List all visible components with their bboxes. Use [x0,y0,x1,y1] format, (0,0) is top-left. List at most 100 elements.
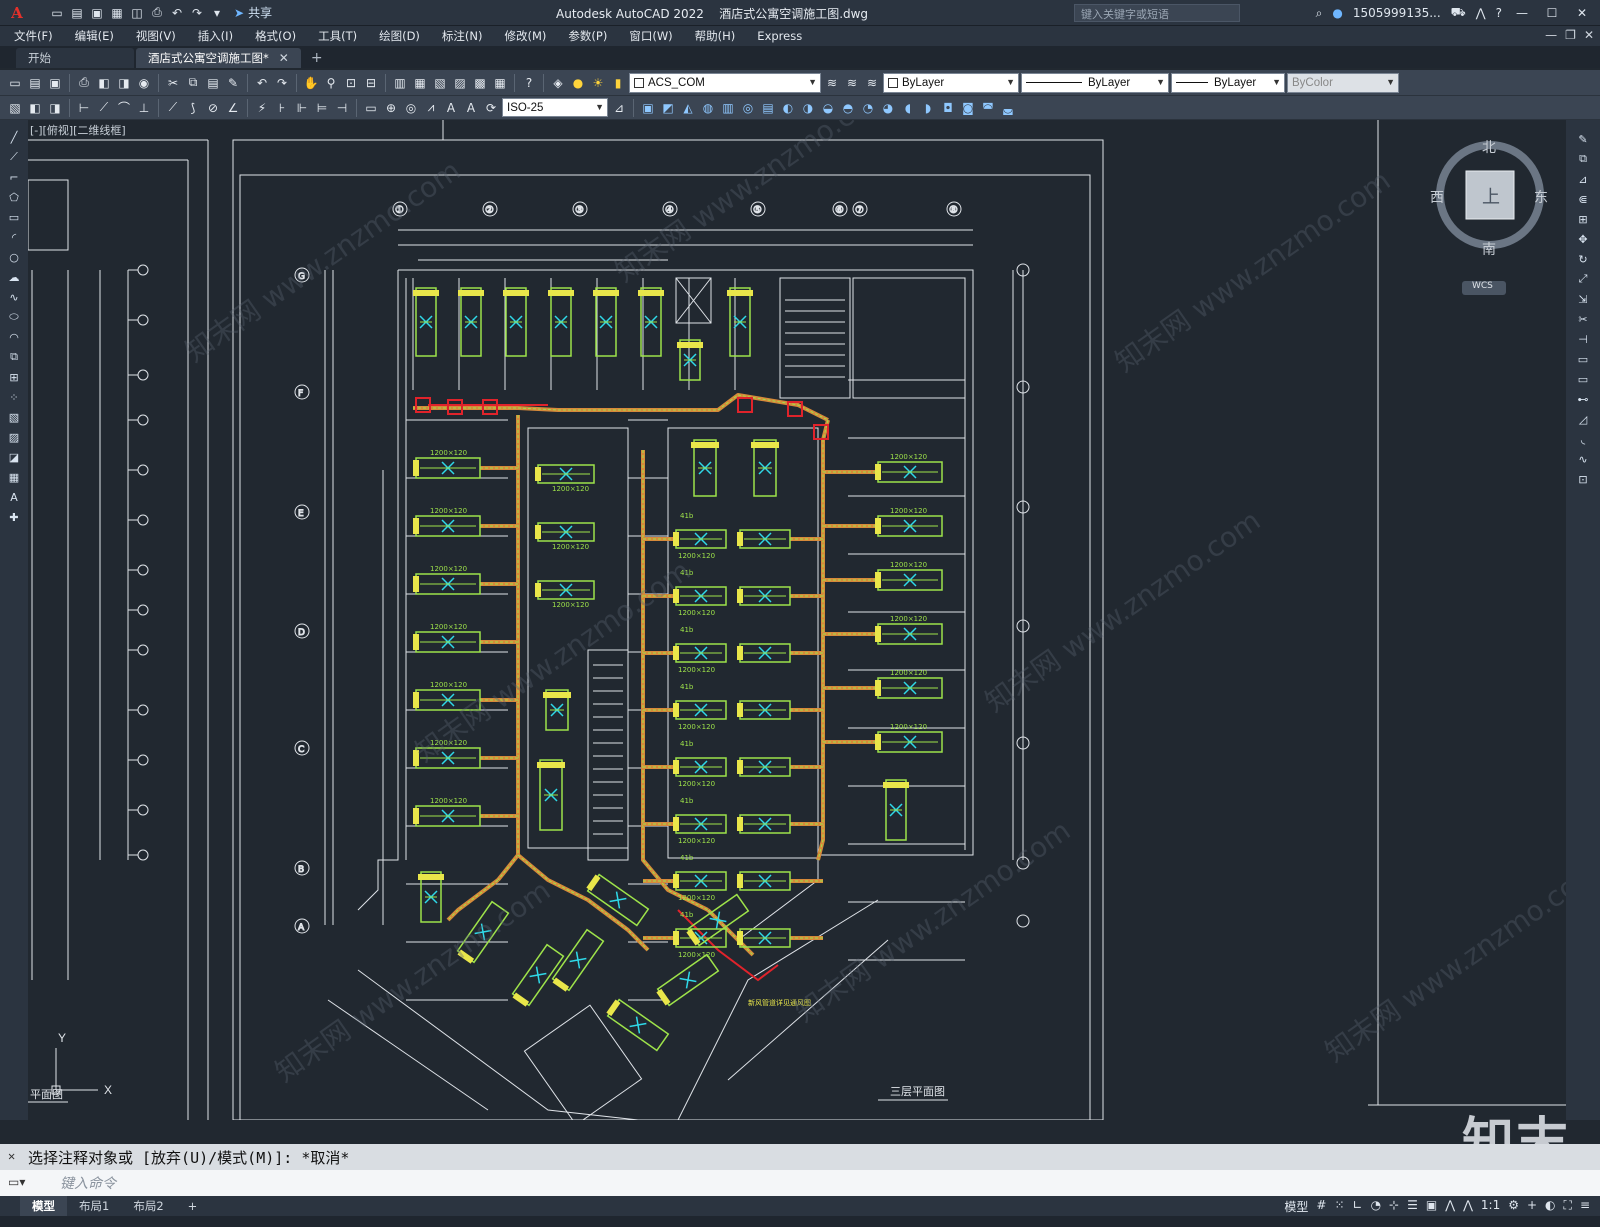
annotation-visibility-icon[interactable]: ⋀ [1445,1198,1455,1215]
intersect-icon[interactable]: ◓ [839,99,857,117]
redo-icon[interactable]: ↷ [273,74,291,92]
cart-icon[interactable]: ⛟ [1451,5,1466,21]
share-button[interactable]: ➤ 共享 [234,4,272,21]
tab-layout1[interactable]: 布局1 [67,1196,121,1216]
wcs-menu[interactable]: WCS [1472,281,1493,291]
mirror-icon[interactable]: ⊿ [1574,170,1592,188]
inspect-icon[interactable]: ◎ [402,99,420,117]
compass-south[interactable]: 南 [1482,239,1496,259]
doc-minimize-button[interactable]: — [1545,28,1557,42]
blend-icon[interactable]: ∿ [1574,450,1592,468]
linetype-dropdown[interactable]: ByLayer ▼ [1021,72,1169,93]
open-file-icon[interactable]: ▤ [68,4,86,22]
ortho-icon[interactable]: ∟ [1353,1198,1363,1215]
move-icon[interactable]: ✥ [1574,230,1592,248]
block-icon[interactable]: ◧ [26,99,44,117]
solid-wedge-icon[interactable]: ◩ [659,99,677,117]
dimstyle-manager-icon[interactable]: ⊿ [610,99,628,117]
fillet-icon[interactable]: ◟ [1574,430,1592,448]
lightbulb-icon[interactable]: ● [569,74,587,92]
save-icon[interactable]: ▣ [46,74,64,92]
table-icon[interactable]: ▦ [5,468,23,486]
sheetset-icon[interactable]: ▨ [451,74,469,92]
break-icon[interactable]: ▭ [1574,370,1592,388]
separate-icon[interactable]: ◚ [979,99,997,117]
save-icon[interactable]: ▣ [88,4,106,22]
ellipse-icon[interactable]: ⬭ [5,308,23,326]
customize-icon[interactable]: ≡ [1580,1198,1590,1215]
circle-icon[interactable]: ○ [5,248,23,266]
erase-icon[interactable]: ✎ [1574,130,1592,148]
minimize-button[interactable]: — [1512,6,1532,20]
thicken-icon[interactable]: ◗ [919,99,937,117]
doc-close-button[interactable]: ✕ [1584,28,1594,42]
rectangle-icon[interactable]: ▭ [5,208,23,226]
point-icon[interactable]: ⁘ [5,388,23,406]
dim-baseline-icon[interactable]: ⊦ [273,99,291,117]
dim-linear-icon[interactable]: ⊢ [75,99,93,117]
construction-line-icon[interactable]: ⟋ [5,148,23,166]
imprint-icon[interactable]: ◙ [959,99,977,117]
gradient-icon[interactable]: ▨ [5,428,23,446]
ellipse-arc-icon[interactable]: ◠ [5,328,23,346]
insert-block-icon[interactable]: ⧉ [5,348,23,366]
add-selected-icon[interactable]: ✚ [5,508,23,526]
new-tab-button[interactable]: + [303,48,331,68]
arc-icon[interactable]: ◜ [5,228,23,246]
menu-parametric[interactable]: 参数(P) [554,28,615,44]
color-dropdown[interactable]: ByLayer ▼ [883,72,1019,93]
zoom-realtime-icon[interactable]: ⚲ [322,74,340,92]
offset-icon[interactable]: ⋐ [1574,190,1592,208]
close-window-button[interactable]: ✕ [1572,6,1592,20]
workspace-gear-icon[interactable]: ⚙ [1508,1198,1519,1215]
osnap-icon[interactable]: ⊹ [1389,1198,1399,1215]
menu-file[interactable]: 文件(F) [0,28,61,44]
compass-west[interactable]: 西 [1430,187,1444,207]
copy-icon[interactable]: ⧉ [184,74,202,92]
copy-object-icon[interactable]: ⧉ [1574,150,1592,168]
autodesk-app-icon[interactable]: ⋀ [1476,6,1486,20]
slice-icon[interactable]: ◔ [859,99,877,117]
menu-express[interactable]: Express [743,29,810,43]
add-layout-button[interactable]: + [176,1197,210,1215]
solid-sphere-icon[interactable]: ◍ [699,99,717,117]
dim-update-icon[interactable]: ⟳ [482,99,500,117]
spline-icon[interactable]: ∿ [5,288,23,306]
zoom-window-icon[interactable]: ⊡ [342,74,360,92]
menu-view[interactable]: 视图(V) [122,28,184,44]
dim-arc-icon[interactable]: ⌒ [115,99,133,117]
make-block-icon[interactable]: ⊞ [5,368,23,386]
tolerance-icon[interactable]: ▭ [362,99,380,117]
dim-jogged-icon[interactable]: ⟆ [184,99,202,117]
command-input[interactable]: ▭▾ 键入命令 [0,1170,1600,1196]
snap-icon[interactable]: ⁙ [1334,1198,1344,1215]
array-icon[interactable]: ⊞ [1574,210,1592,228]
search-icon[interactable]: ⌕ [1316,6,1323,21]
help-icon[interactable]: ? [520,74,538,92]
redo-icon[interactable]: ↷ [188,4,206,22]
model-space-toggle[interactable]: 模型 [1284,1198,1308,1215]
designcenter-icon[interactable]: ▦ [411,74,429,92]
menu-window[interactable]: 窗口(W) [615,28,680,44]
dim-ordinate-icon[interactable]: ⊥ [135,99,153,117]
menu-format[interactable]: 格式(O) [241,28,304,44]
shell-icon[interactable]: ◘ [939,99,957,117]
command-customize-icon[interactable]: ▭▾ [8,1175,25,1189]
center-mark-icon[interactable]: ⊕ [382,99,400,117]
new-file-icon[interactable]: ▭ [48,4,66,22]
explode-icon[interactable]: ⊡ [1574,470,1592,488]
tab-start[interactable]: 开始 [16,48,134,68]
calculator-icon[interactable]: ▦ [491,74,509,92]
dim-diameter-icon[interactable]: ⊘ [204,99,222,117]
tab-model[interactable]: 模型 [20,1196,67,1216]
check-icon[interactable]: ◛ [999,99,1017,117]
undo-icon[interactable]: ↶ [253,74,271,92]
extrude-icon[interactable]: ▤ [759,99,777,117]
drawing-canvas[interactable]: ①②③④⑤⑥⑦⑧GFEDCBA 1200×120 1200×120 1200×120… [28,120,1566,1120]
tab-layout2[interactable]: 布局2 [121,1196,175,1216]
dim-text-edit-icon[interactable]: A [462,99,480,117]
help-icon[interactable]: ? [1496,6,1502,20]
matchprop-icon[interactable]: ✎ [224,74,242,92]
tab-drawing[interactable]: 酒店式公寓空调施工图* ✕ [136,48,301,68]
open-web-icon[interactable]: ◫ [128,4,146,22]
